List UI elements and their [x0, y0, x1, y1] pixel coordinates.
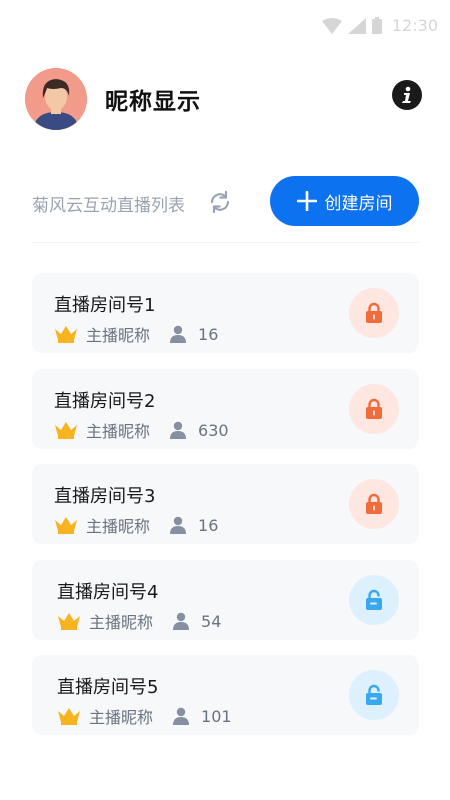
- avatar[interactable]: [25, 68, 87, 130]
- unlock-icon: [366, 589, 382, 610]
- lock-icon: [366, 493, 382, 514]
- room-meta: 主播昵称 16: [54, 322, 218, 346]
- refresh-icon[interactable]: [208, 190, 232, 214]
- lock-icon: [366, 398, 382, 419]
- room-card[interactable]: 直播房间号2 主播昵称 630: [32, 369, 419, 449]
- room-name: 直播房间号1: [54, 295, 156, 316]
- lock-icon: [366, 302, 382, 323]
- room-meta: 主播昵称 101: [57, 704, 232, 728]
- create-room-button[interactable]: 创建房间: [270, 176, 419, 226]
- viewer-count: 16: [198, 324, 219, 344]
- status-icons: 12:30: [321, 16, 438, 35]
- status-time: 12:30: [391, 16, 438, 35]
- room-meta: 主播昵称 54: [57, 609, 221, 633]
- room-name: 直播房间号5: [57, 677, 159, 698]
- divider: [32, 242, 420, 243]
- host-name: 主播昵称: [86, 326, 151, 345]
- list-title: 菊风云互动直播列表: [32, 196, 185, 216]
- plus-icon: [296, 191, 317, 211]
- lock-button[interactable]: [349, 479, 399, 529]
- create-room-label: 创建房间: [324, 193, 393, 214]
- viewer-icon: [173, 612, 190, 630]
- profile-header: 昵称显示: [25, 68, 425, 132]
- room-meta: 主播昵称 16: [54, 513, 218, 537]
- host-name: 主播昵称: [86, 517, 151, 536]
- host-name: 主播昵称: [86, 422, 151, 441]
- room-name: 直播房间号2: [54, 391, 156, 412]
- crown-icon: [58, 613, 80, 630]
- viewer-count: 101: [201, 706, 232, 726]
- avatar-user-icon: [25, 68, 87, 130]
- viewer-count: 16: [198, 515, 219, 535]
- status-bar: 12:30: [0, 0, 450, 52]
- room-card[interactable]: 直播房间号4 主播昵称 54: [32, 560, 419, 640]
- room-list-toolbar: 菊风云互动直播列表 创建房间: [32, 176, 420, 226]
- viewer-icon: [170, 325, 187, 343]
- viewer-icon: [173, 707, 190, 725]
- host-name: 主播昵称: [89, 613, 154, 632]
- crown-icon: [55, 326, 77, 343]
- room-name: 直播房间号3: [54, 486, 156, 507]
- unlock-icon: [366, 684, 382, 705]
- viewer-icon: [170, 516, 187, 534]
- wifi-icon: [321, 17, 342, 34]
- signal-icon: [347, 17, 366, 34]
- crown-icon: [55, 517, 77, 534]
- host-name: 主播昵称: [89, 708, 154, 727]
- viewer-count: 54: [201, 611, 222, 631]
- info-button[interactable]: [392, 80, 422, 110]
- lock-button[interactable]: [349, 384, 399, 434]
- nickname: 昵称显示: [105, 89, 201, 115]
- viewer-icon: [170, 421, 187, 439]
- viewer-count: 630: [198, 420, 229, 440]
- info-icon: [402, 86, 411, 103]
- room-card[interactable]: 直播房间号3 主播昵称 16: [32, 464, 419, 544]
- crown-icon: [55, 422, 77, 439]
- crown-icon: [58, 708, 80, 725]
- battery-icon: [371, 17, 382, 34]
- room-name: 直播房间号4: [57, 582, 159, 603]
- lock-button[interactable]: [349, 288, 399, 338]
- room-meta: 主播昵称 630: [54, 418, 229, 442]
- unlock-button[interactable]: [349, 575, 399, 625]
- room-card[interactable]: 直播房间号5 主播昵称 101: [32, 655, 419, 735]
- room-card[interactable]: 直播房间号1 主播昵称 16: [32, 273, 419, 353]
- unlock-button[interactable]: [349, 670, 399, 720]
